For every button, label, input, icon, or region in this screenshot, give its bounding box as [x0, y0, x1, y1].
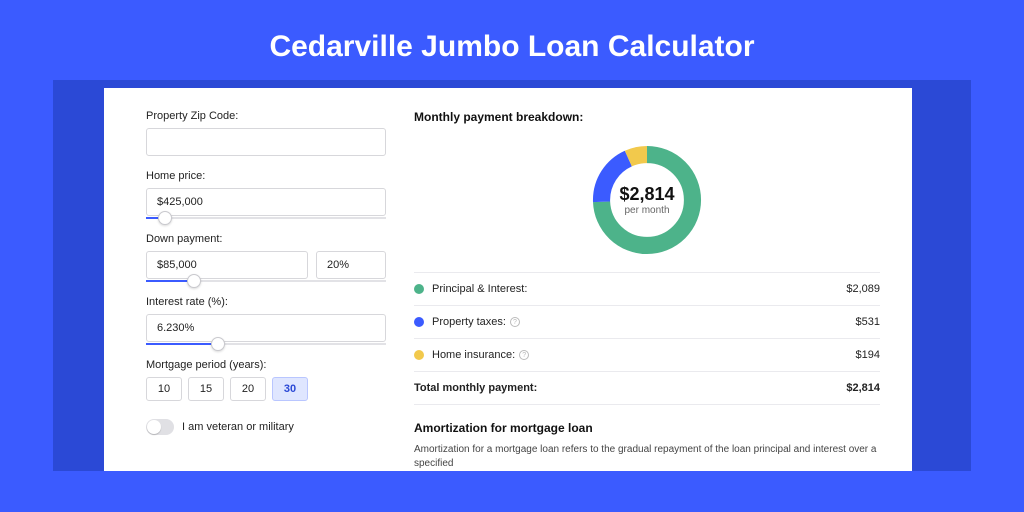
legend-label: Home insurance:? — [432, 349, 856, 361]
home-price-label: Home price: — [146, 170, 386, 182]
down-payment-group: Down payment: — [146, 233, 386, 282]
rate-slider[interactable] — [146, 343, 386, 345]
donut-chart: $2,814 per month — [587, 140, 707, 260]
period-label: Mortgage period (years): — [146, 359, 386, 371]
page-title: Cedarville Jumbo Loan Calculator — [0, 0, 1024, 80]
calculator-card: Property Zip Code: Home price: Down paym… — [104, 88, 912, 471]
legend-value: $194 — [856, 349, 880, 361]
down-payment-slider[interactable] — [146, 280, 386, 282]
period-btn-20[interactable]: 20 — [230, 377, 266, 401]
amort-text: Amortization for a mortgage loan refers … — [414, 443, 880, 471]
down-payment-pct-input[interactable] — [316, 251, 386, 279]
period-btn-15[interactable]: 15 — [188, 377, 224, 401]
slider-thumb[interactable] — [158, 211, 172, 225]
home-price-slider[interactable] — [146, 217, 386, 219]
info-icon[interactable]: ? — [510, 317, 520, 327]
down-payment-label: Down payment: — [146, 233, 386, 245]
home-price-group: Home price: — [146, 170, 386, 219]
legend-label: Property taxes:? — [432, 316, 856, 328]
legend-total-row: Total monthly payment:$2,814 — [414, 372, 880, 405]
rate-input[interactable] — [146, 314, 386, 342]
legend-dot — [414, 350, 424, 360]
legend-row: Property taxes:?$531 — [414, 306, 880, 339]
card-shadow: Property Zip Code: Home price: Down paym… — [53, 80, 971, 471]
form-column: Property Zip Code: Home price: Down paym… — [146, 110, 386, 471]
legend-value: $2,089 — [846, 283, 880, 295]
veteran-toggle[interactable] — [146, 419, 174, 435]
legend: Principal & Interest:$2,089Property taxe… — [414, 272, 880, 405]
donut-amount: $2,814 — [619, 184, 674, 205]
zip-input[interactable] — [146, 128, 386, 156]
rate-label: Interest rate (%): — [146, 296, 386, 308]
legend-row: Home insurance:?$194 — [414, 339, 880, 372]
zip-group: Property Zip Code: — [146, 110, 386, 156]
legend-dot — [414, 284, 424, 294]
period-group: Mortgage period (years): 10152030 — [146, 359, 386, 401]
legend-total-value: $2,814 — [846, 382, 880, 394]
rate-group: Interest rate (%): — [146, 296, 386, 345]
legend-row: Principal & Interest:$2,089 — [414, 273, 880, 306]
home-price-input[interactable] — [146, 188, 386, 216]
legend-label: Principal & Interest: — [432, 283, 846, 295]
zip-label: Property Zip Code: — [146, 110, 386, 122]
amort-title: Amortization for mortgage loan — [414, 421, 880, 435]
donut-chart-wrap: $2,814 per month — [414, 134, 880, 272]
donut-sub: per month — [624, 205, 669, 216]
breakdown-title: Monthly payment breakdown: — [414, 110, 880, 124]
legend-dot — [414, 317, 424, 327]
legend-value: $531 — [856, 316, 880, 328]
toggle-knob — [147, 420, 161, 434]
period-btn-30[interactable]: 30 — [272, 377, 308, 401]
period-btn-10[interactable]: 10 — [146, 377, 182, 401]
down-payment-input[interactable] — [146, 251, 308, 279]
slider-thumb[interactable] — [187, 274, 201, 288]
veteran-label: I am veteran or military — [182, 421, 294, 433]
veteran-row: I am veteran or military — [146, 419, 386, 435]
breakdown-column: Monthly payment breakdown: $2,814 per mo… — [414, 110, 880, 471]
slider-thumb[interactable] — [211, 337, 225, 351]
info-icon[interactable]: ? — [519, 350, 529, 360]
legend-total-label: Total monthly payment: — [414, 382, 846, 394]
